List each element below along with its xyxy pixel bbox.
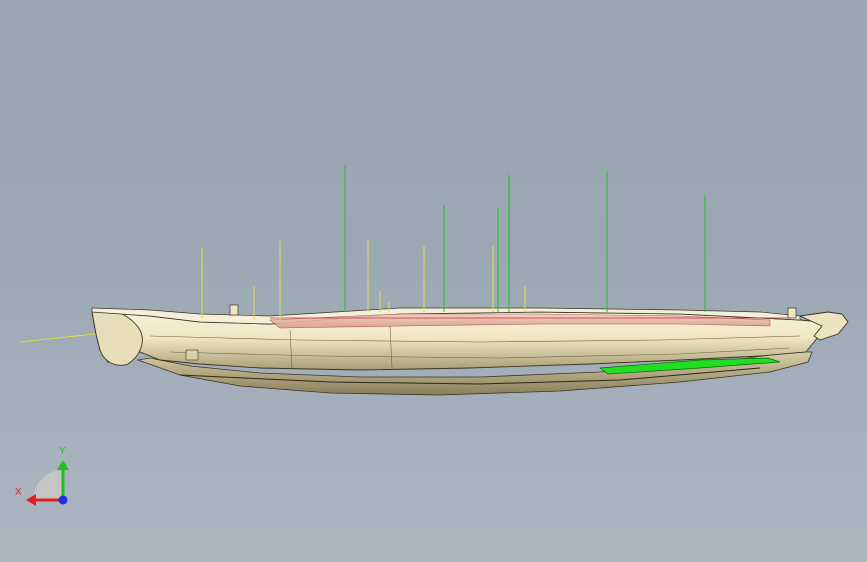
z-axis-dot-icon [58,495,68,505]
y-axis-label: Y [59,446,66,457]
model-slot-1 [185,349,199,361]
model-tab-2 [787,307,797,319]
model-view[interactable] [0,0,867,562]
model-tab-1 [229,304,239,316]
y-axis-arrow-icon [57,460,69,470]
x-axis-label: X [15,487,22,498]
triad-plane [33,470,63,500]
x-axis-arrow-icon [26,494,36,506]
sketch-line-left [19,332,105,343]
coordinate-triad: Y X [15,446,69,506]
3d-viewport[interactable]: Y X [0,0,867,562]
